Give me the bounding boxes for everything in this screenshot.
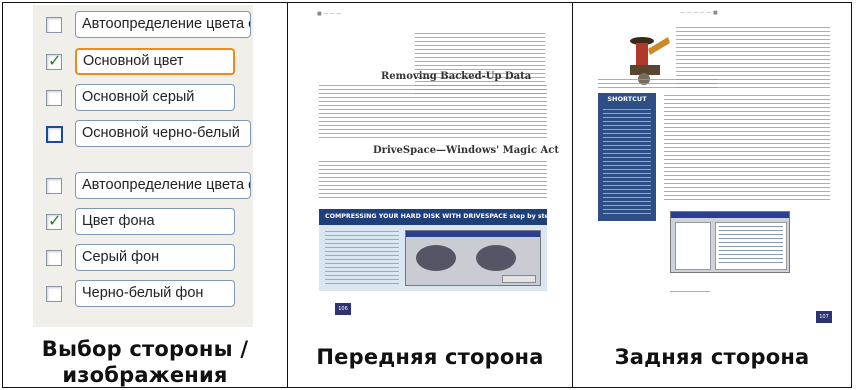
option-label[interactable]: Серый фон (75, 244, 235, 271)
option-label[interactable]: Основной черно-белый (75, 120, 251, 147)
disk-graphic (416, 245, 456, 271)
front-page-thumbnail: ■ — — — Removing Backed-Up Data DriveSpa… (305, 5, 560, 327)
text-block (319, 85, 547, 141)
page-number: 106 (335, 303, 351, 315)
running-header: — — — — — ■ (680, 10, 718, 16)
option-row[interactable]: Основной серый (33, 83, 253, 113)
checkbox[interactable] (46, 250, 62, 266)
checkbox[interactable] (46, 286, 62, 302)
tree-pane (675, 222, 711, 270)
disk-graphic (476, 245, 516, 271)
dialog-screenshot (405, 230, 541, 286)
text-block (319, 161, 547, 201)
caption-front: Передняя сторона (316, 345, 544, 369)
option-label[interactable]: Черно-белый фон (75, 280, 235, 307)
option-row[interactable]: Черно-белый фон (33, 279, 253, 309)
window-titlebar (671, 212, 789, 218)
option-row[interactable]: Основной черно-белый (33, 119, 253, 149)
sidebar-text (603, 109, 651, 215)
step-banner: COMPRESSING YOUR HARD DISK WITH DRIVESPA… (319, 209, 547, 225)
text-block (664, 95, 830, 203)
checkbox-focused[interactable] (46, 126, 63, 143)
checkbox[interactable] (46, 178, 62, 194)
options-panel: Автоопределение цвета осн Основной цвет … (33, 5, 253, 327)
shortcut-sidebar: SHORTCUT (598, 93, 656, 221)
section-heading: Removing Backed-Up Data (381, 71, 532, 82)
caption-back: Задняя сторона (614, 345, 810, 369)
dialog-button (502, 275, 536, 283)
option-label[interactable]: Автоопределение цвета фог (75, 172, 251, 199)
dialog-titlebar (406, 231, 540, 237)
option-label-selected[interactable]: Основной цвет (75, 48, 235, 75)
option-row[interactable]: Основной цвет (33, 47, 253, 77)
option-row[interactable]: Автоопределение цвета осн (33, 10, 253, 40)
divider-1 (287, 2, 288, 388)
section-heading: DriveSpace—Windows' Magic Act (373, 145, 560, 156)
option-label[interactable]: Основной серый (75, 84, 235, 111)
option-label[interactable]: Цвет фона (75, 208, 235, 235)
option-row[interactable]: Серый фон (33, 243, 253, 273)
sidebar-title: SHORTCUT (607, 95, 647, 103)
checkbox-checked[interactable] (46, 211, 62, 230)
checkbox[interactable] (46, 17, 62, 33)
caption-side-select: Выбор стороны / изображения (41, 337, 249, 387)
running-header: ■ — — — (317, 11, 342, 17)
option-label[interactable]: Автоопределение цвета осн (75, 11, 251, 38)
window-screenshot (670, 211, 790, 273)
list-pane (715, 222, 787, 270)
back-page-thumbnail: — — — — — ■ SHORTCUT 107 (584, 5, 842, 327)
divider-2 (572, 2, 573, 388)
checkbox-checked[interactable] (46, 51, 62, 70)
text-block (598, 79, 718, 91)
page-number: 107 (816, 311, 832, 323)
option-row[interactable]: Цвет фона (33, 207, 253, 237)
checkbox[interactable] (46, 90, 62, 106)
steps-box (319, 225, 547, 291)
option-row[interactable]: Автоопределение цвета фог (33, 171, 253, 201)
step-text (325, 231, 399, 285)
list-rows (719, 226, 783, 266)
text-line (670, 291, 710, 295)
